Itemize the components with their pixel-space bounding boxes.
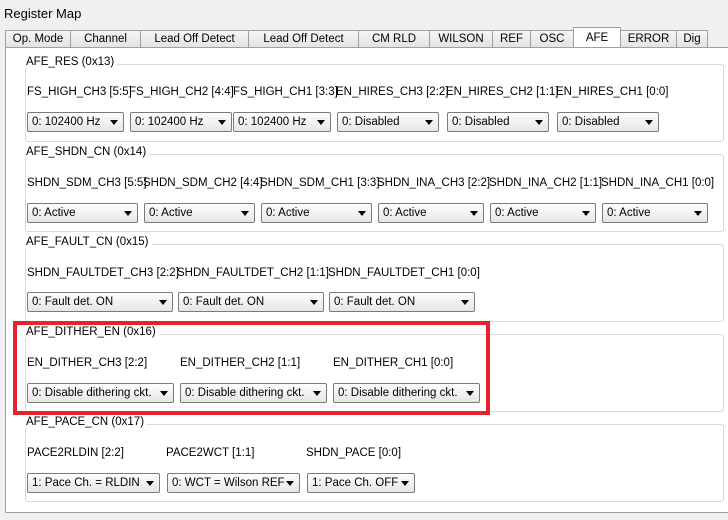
field-label: EN_HIRES_CH3 [2:2]	[336, 86, 449, 98]
group-title: AFE_RES (0x13)	[23, 56, 118, 68]
field-label: SHDN_SDM_CH1 [3:3]	[260, 177, 380, 189]
field-label: SHDN_SDM_CH2 [4:4]	[143, 177, 263, 189]
field-label: SHDN_INA_CH1 [0:0]	[601, 177, 715, 189]
chevron-down-icon	[218, 120, 226, 125]
fs-high-ch3-select[interactable]: 0: 102400 Hz	[27, 112, 124, 132]
chevron-down-icon	[110, 120, 118, 125]
shdn-ina-ch2-select[interactable]: 0: Active	[490, 203, 596, 223]
field-label: SHDN_FAULTDET_CH1 [0:0]	[328, 267, 480, 279]
chevron-down-icon	[159, 300, 167, 305]
chevron-down-icon	[466, 391, 474, 396]
field-label: EN_HIRES_CH2 [1:1]	[446, 86, 559, 98]
field-label: EN_DITHER_CH1 [0:0]	[333, 357, 454, 369]
tab-ref[interactable]: REF	[492, 30, 531, 47]
chevron-down-icon	[461, 300, 469, 305]
chevron-down-icon	[310, 300, 318, 305]
tab-op-mode[interactable]: Op. Mode	[5, 30, 71, 47]
field-label: EN_DITHER_CH2 [1:1]	[180, 357, 301, 369]
en-dither-ch1-select[interactable]: 0: Disable dithering ckt.	[333, 383, 480, 403]
group-title: AFE_DITHER_EN (0x16)	[23, 326, 159, 338]
tab-afe[interactable]: AFE	[573, 27, 621, 47]
field-label: PACE2RLDIN [2:2]	[27, 447, 124, 459]
pace2wct-select[interactable]: 0: WCT = Wilson REF	[167, 473, 300, 493]
fs-high-ch2-select[interactable]: 0: 102400 Hz	[130, 112, 232, 132]
tab-lead-off-detect-2[interactable]: Lead Off Detect	[248, 30, 359, 47]
chevron-down-icon	[313, 391, 321, 396]
chevron-down-icon	[582, 211, 590, 216]
field-label: SHDN_FAULTDET_CH3 [2:2]	[27, 267, 179, 279]
window-bottom-edge	[0, 513, 728, 520]
tab-channel[interactable]: Channel	[70, 30, 141, 47]
field-label: FS_HIGH_CH3 [5:5]	[27, 86, 132, 98]
field-label: FS_HIGH_CH2 [4:4]	[129, 86, 234, 98]
field-label: PACE2WCT [1:1]	[166, 447, 255, 459]
chevron-down-icon	[401, 481, 409, 486]
tab-cm-rld[interactable]: CM RLD	[358, 30, 430, 47]
chevron-down-icon	[694, 211, 702, 216]
group-title: AFE_PACE_CN (0x17)	[23, 416, 148, 428]
tab-lead-off-detect-1[interactable]: Lead Off Detect	[140, 30, 249, 47]
chevron-down-icon	[124, 211, 132, 216]
field-label: SHDN_PACE [0:0]	[306, 447, 402, 459]
field-label: SHDN_FAULTDET_CH2 [1:1]	[177, 267, 329, 279]
tab-wilson[interactable]: WILSON	[429, 30, 493, 47]
field-label: SHDN_INA_CH2 [1:1]	[489, 177, 603, 189]
en-dither-ch2-select[interactable]: 0: Disable dithering ckt.	[180, 383, 327, 403]
chevron-down-icon	[317, 120, 325, 125]
field-label: EN_HIRES_CH1 [0:0]	[556, 86, 669, 98]
shdn-pace-select[interactable]: 1: Pace Ch. OFF	[307, 473, 415, 493]
shdn-faultdet-ch2-select[interactable]: 0: Fault det. ON	[178, 292, 324, 312]
shdn-faultdet-ch1-select[interactable]: 0: Fault det. ON	[329, 292, 475, 312]
chevron-down-icon	[535, 120, 543, 125]
shdn-faultdet-ch3-select[interactable]: 0: Fault det. ON	[27, 292, 173, 312]
field-label: SHDN_INA_CH3 [2:2]	[377, 177, 491, 189]
chevron-down-icon	[160, 391, 168, 396]
fs-high-ch1-select[interactable]: 0: 102400 Hz	[233, 112, 331, 132]
field-label: FS_HIGH_CH1 [3:3]	[233, 86, 338, 98]
chevron-down-icon	[146, 481, 154, 486]
chevron-down-icon	[470, 211, 478, 216]
chevron-down-icon	[425, 120, 433, 125]
tab-bar: Op. Mode Channel Lead Off Detect Lead Of…	[5, 27, 728, 47]
pace2rldin-select[interactable]: 1: Pace Ch. = RLDIN	[27, 473, 160, 493]
tab-osc[interactable]: OSC	[530, 30, 574, 47]
field-label: EN_DITHER_CH3 [2:2]	[27, 357, 148, 369]
chevron-down-icon	[241, 211, 249, 216]
chevron-down-icon	[645, 120, 653, 125]
shdn-sdm-ch2-select[interactable]: 0: Active	[144, 203, 255, 223]
afe-tab-panel: AFE_RES (0x13) FS_HIGH_CH3 [5:5] FS_HIGH…	[5, 47, 728, 513]
shdn-sdm-ch1-select[interactable]: 0: Active	[261, 203, 372, 223]
en-hires-ch3-select[interactable]: 0: Disabled	[337, 112, 439, 132]
chevron-down-icon	[358, 211, 366, 216]
group-title: AFE_SHDN_CN (0x14)	[23, 146, 150, 158]
shdn-ina-ch1-select[interactable]: 0: Active	[602, 203, 708, 223]
shdn-sdm-ch3-select[interactable]: 0: Active	[27, 203, 138, 223]
shdn-ina-ch3-select[interactable]: 0: Active	[378, 203, 484, 223]
chevron-down-icon	[286, 481, 294, 486]
tab-error[interactable]: ERROR	[620, 30, 677, 47]
group-title: AFE_FAULT_CN (0x15)	[23, 236, 152, 248]
tab-dig[interactable]: Dig	[676, 30, 708, 47]
en-hires-ch1-select[interactable]: 0: Disabled	[557, 112, 659, 132]
en-hires-ch2-select[interactable]: 0: Disabled	[447, 112, 549, 132]
field-label: SHDN_SDM_CH3 [5:5]	[27, 177, 147, 189]
en-dither-ch3-select[interactable]: 0: Disable dithering ckt.	[27, 383, 174, 403]
window-title: Register Map	[4, 6, 82, 21]
